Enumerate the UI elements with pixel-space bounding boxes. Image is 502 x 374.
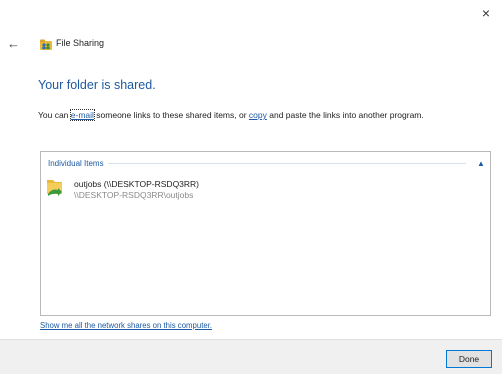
close-button[interactable]: × [476, 4, 496, 22]
description-text-2: someone links to these shared items, or [93, 110, 249, 120]
description-text-3: and paste the links into another program… [266, 110, 424, 120]
file-sharing-icon [40, 39, 52, 50]
shared-items-list: Individual Items ▲ outjobs (\\DESKTOP-RS… [40, 151, 491, 316]
shared-folder-icon [47, 180, 62, 196]
network-shares-link[interactable]: Show me all the network shares on this c… [40, 321, 212, 330]
group-label: Individual Items [48, 158, 104, 168]
item-path: \\DESKTOP-RSDQ3RR\outjobs [74, 190, 194, 200]
footer-bar: Done [0, 339, 502, 374]
collapse-chevron-icon[interactable]: ▲ [476, 159, 486, 168]
email-link[interactable]: e-mail [69, 109, 95, 121]
group-header-individual-items[interactable]: Individual Items ▲ [48, 157, 486, 169]
file-sharing-window: × ← File Sharing Your folder is shared. … [0, 0, 502, 374]
description-text-1: You can [38, 110, 71, 120]
page-heading: Your folder is shared. [38, 78, 156, 92]
item-name: outjobs (\\DESKTOP-RSDQ3RR) [74, 179, 200, 189]
list-item[interactable]: outjobs (\\DESKTOP-RSDQ3RR) \\DESKTOP-RS… [46, 177, 346, 205]
window-title: File Sharing [56, 38, 105, 48]
group-divider [107, 162, 466, 164]
done-button[interactable]: Done [446, 350, 492, 368]
copy-link[interactable]: copy [249, 110, 267, 120]
share-description: You can e-mail someone links to these sh… [38, 109, 488, 121]
back-arrow-icon[interactable]: ← [7, 36, 23, 52]
